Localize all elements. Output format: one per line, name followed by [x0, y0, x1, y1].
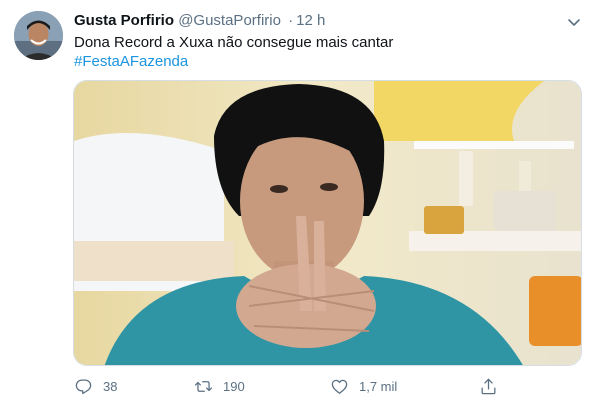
author-name[interactable]: Gusta Porfirio [74, 12, 174, 29]
tweet-card: Gusta Porfirio @GustaPorfirio · 12 h Dona… [0, 0, 596, 401]
reply-button[interactable]: 38 [74, 374, 117, 398]
heart-icon [331, 379, 348, 394]
retweet-count: 190 [223, 378, 245, 394]
tweet-actions: 38 190 1,7 mil [74, 374, 504, 398]
reply-icon [75, 379, 92, 394]
like-button[interactable]: 1,7 mil [330, 374, 397, 398]
chevron-down-icon[interactable] [566, 14, 582, 30]
tweet-media-image[interactable] [73, 80, 582, 366]
share-icon [481, 378, 496, 394]
hashtag-link[interactable]: #FestaAFazenda [74, 52, 188, 72]
share-button[interactable] [479, 374, 498, 398]
separator-dot: · [288, 12, 294, 29]
tweet-header: Gusta Porfirio @GustaPorfirio · 12 h [74, 11, 325, 31]
tweet-text: Dona Record a Xuxa não consegue mais can… [74, 34, 394, 51]
timestamp[interactable]: 12 h [296, 12, 325, 29]
author-handle[interactable]: @GustaPorfirio [178, 12, 281, 29]
retweet-button[interactable]: 190 [194, 374, 245, 398]
avatar[interactable] [14, 11, 63, 60]
retweet-icon [194, 380, 213, 392]
reply-count: 38 [103, 378, 118, 394]
like-count: 1,7 mil [359, 378, 398, 394]
